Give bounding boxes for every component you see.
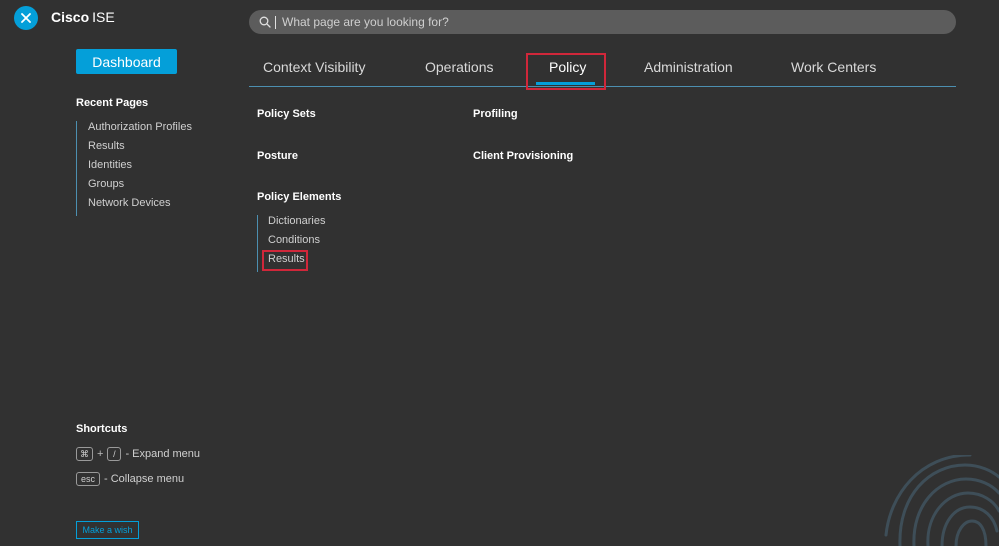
recent-page-network-devices[interactable]: Network Devices [88, 197, 192, 216]
menu-profiling[interactable]: Profiling [473, 108, 518, 120]
tab-context-visibility[interactable]: Context Visibility [263, 59, 365, 75]
shortcut-expand-label: - Expand menu [125, 448, 201, 460]
menu-results[interactable]: Results [268, 253, 325, 272]
close-icon [21, 13, 31, 23]
search-icon [259, 16, 271, 28]
recent-pages-title: Recent Pages [76, 97, 149, 109]
policy-elements-list: Dictionaries Conditions Results [257, 215, 325, 272]
shortcut-collapse-label: - Collapse menu [104, 473, 185, 485]
esc-key: esc [76, 472, 101, 486]
shortcut-collapse-menu: esc - Collapse menu [76, 472, 184, 486]
menu-policy-elements[interactable]: Policy Elements [257, 191, 341, 203]
brand-ise: ISE [92, 9, 115, 25]
brand-cisco: Cisco [51, 9, 90, 25]
app-brand: Cisco ISE [51, 9, 115, 25]
command-key: ⌘ [76, 447, 93, 461]
recent-page-identities[interactable]: Identities [88, 159, 192, 178]
close-menu-button[interactable] [14, 6, 38, 30]
recent-pages-list: Authorization Profiles Results Identitie… [76, 121, 192, 216]
shortcut-expand-menu: ⌘ + / - Expand menu [76, 447, 200, 461]
menu-policy-sets[interactable]: Policy Sets [257, 108, 316, 120]
tab-administration[interactable]: Administration [644, 59, 733, 75]
tab-policy[interactable]: Policy [549, 59, 586, 75]
menu-client-provisioning[interactable]: Client Provisioning [473, 150, 573, 162]
menu-conditions[interactable]: Conditions [268, 234, 325, 253]
active-tab-indicator [536, 82, 595, 85]
plus-sign: + [97, 448, 104, 460]
recent-page-authorization-profiles[interactable]: Authorization Profiles [88, 121, 192, 140]
make-a-wish-button[interactable]: Make a wish [76, 521, 139, 539]
tab-work-centers[interactable]: Work Centers [791, 59, 876, 75]
recent-page-groups[interactable]: Groups [88, 178, 192, 197]
search-input[interactable] [282, 15, 932, 29]
fingerprint-icon [884, 455, 999, 546]
text-caret [275, 15, 276, 29]
search-bar[interactable] [249, 10, 956, 34]
recent-page-results[interactable]: Results [88, 140, 192, 159]
menu-posture[interactable]: Posture [257, 150, 298, 162]
tab-operations[interactable]: Operations [425, 59, 493, 75]
top-tab-bar: Context Visibility Operations Policy Adm… [249, 54, 956, 87]
dashboard-button[interactable]: Dashboard [76, 49, 177, 74]
shortcuts-title: Shortcuts [76, 423, 128, 435]
slash-key: / [107, 447, 122, 461]
menu-dictionaries[interactable]: Dictionaries [268, 215, 325, 234]
